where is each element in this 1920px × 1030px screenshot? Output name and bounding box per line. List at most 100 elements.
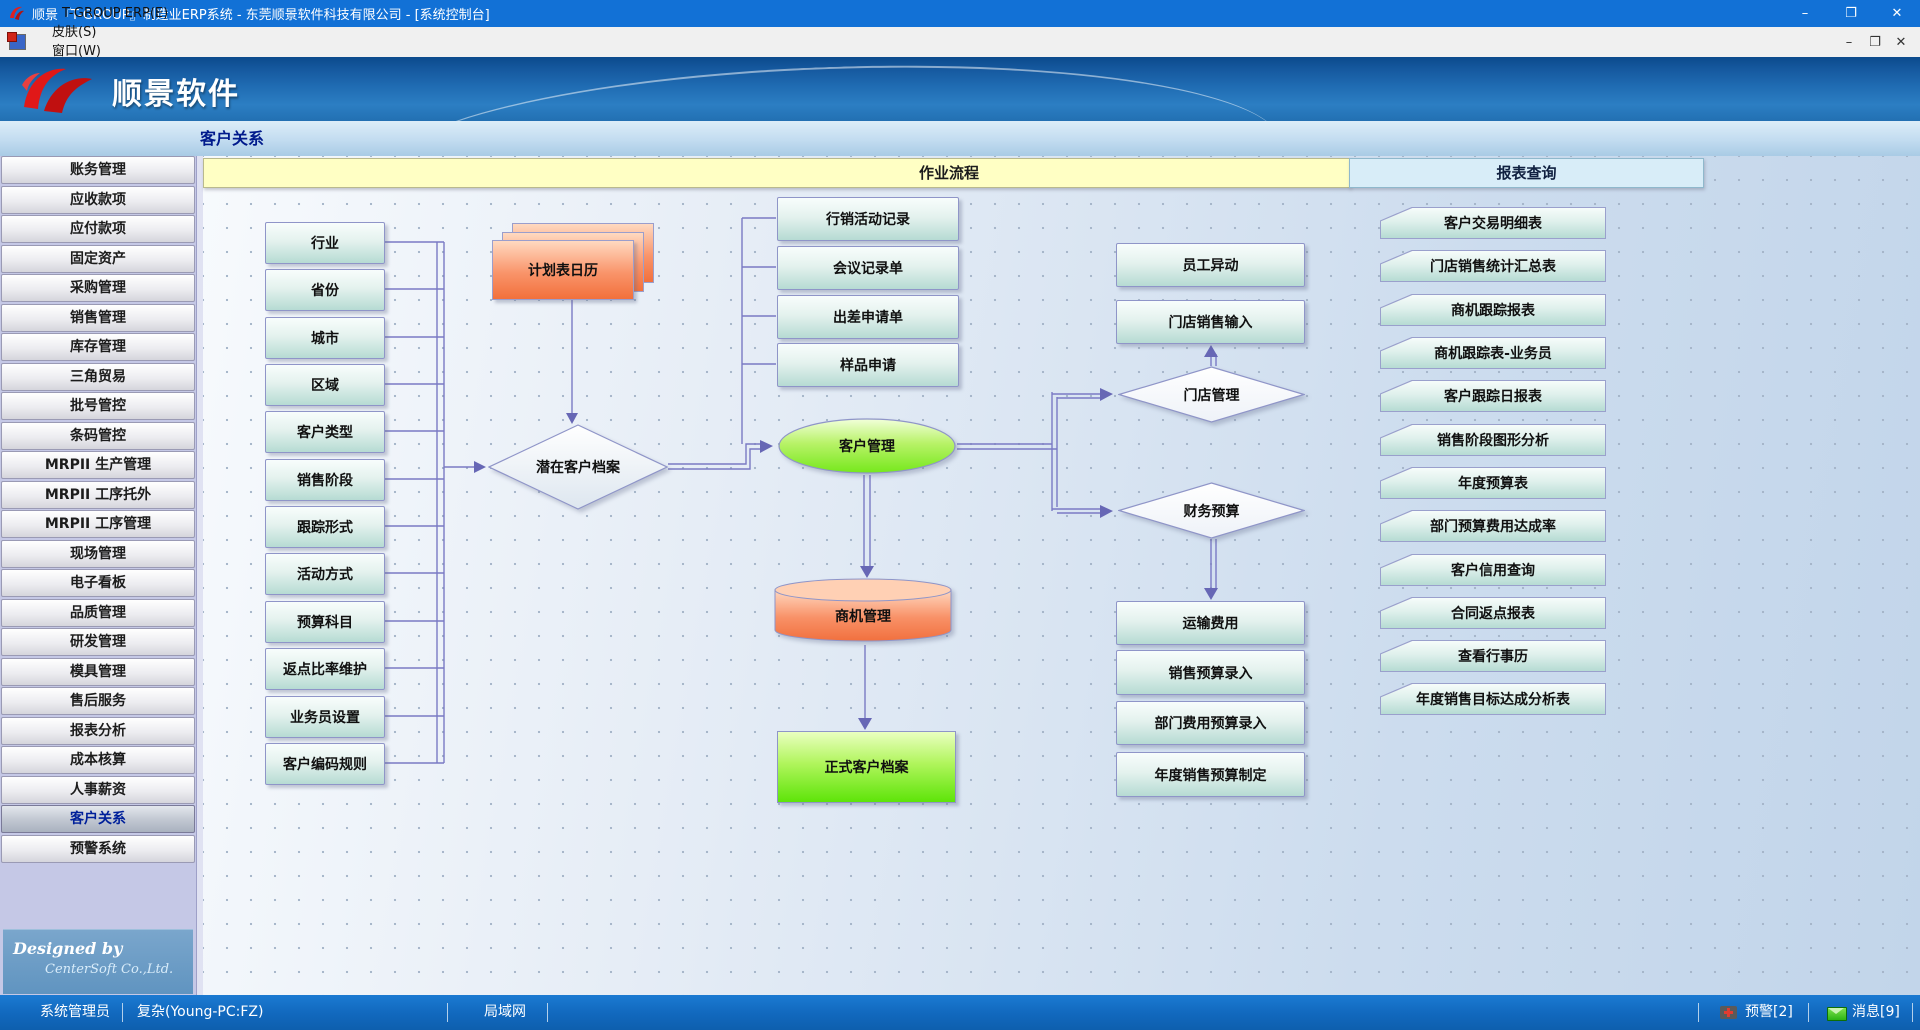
status-separator: [1912, 1003, 1913, 1022]
flow-node-marketing-record[interactable]: 行销活动记录: [777, 197, 959, 241]
flow-node-label: 门店管理: [1184, 385, 1240, 405]
flow-node-annual-sales-budget[interactable]: 年度销售预算制定: [1116, 752, 1305, 797]
flow-node-label: 省份: [311, 280, 339, 300]
flow-node-province[interactable]: 省份: [265, 269, 385, 311]
flow-node-budget-subject[interactable]: 预算科目: [265, 601, 385, 643]
report-button-客户交易明细表[interactable]: 客户交易明细表: [1380, 207, 1606, 239]
flow-node-employee-change[interactable]: 员工异动: [1116, 243, 1305, 287]
flow-node-customer-mgmt[interactable]: 客户管理: [777, 417, 957, 475]
flow-node-potential-customer[interactable]: 潜在客户档案: [488, 424, 668, 510]
sidebar-item-应收款项[interactable]: 应收款项: [1, 186, 195, 214]
sidebar-item-现场管理[interactable]: 现场管理: [1, 540, 195, 568]
status-alerts[interactable]: 预警[2]: [1745, 995, 1793, 1030]
flow-node-store-sales-input[interactable]: 门店销售输入: [1116, 300, 1305, 344]
alert-icon: [1720, 1006, 1737, 1019]
menu-bar: T-GROUP ERP(E)皮肤(S)窗口(W)帮助(H) – ❐ ✕: [0, 27, 1920, 58]
flow-node-label: 客户管理: [839, 436, 895, 456]
sidebar-item-研发管理[interactable]: 研发管理: [1, 628, 195, 656]
report-button-年度销售目标达成分析表[interactable]: 年度销售目标达成分析表: [1380, 683, 1606, 715]
status-separator: [1808, 1003, 1809, 1022]
report-button-合同返点报表[interactable]: 合同返点报表: [1380, 597, 1606, 629]
sidebar-item-预警系统[interactable]: 预警系统: [1, 835, 195, 863]
sidebar-item-库存管理[interactable]: 库存管理: [1, 333, 195, 361]
flow-node-customer-type[interactable]: 客户类型: [265, 411, 385, 453]
report-button-label: 商机跟踪表-业务员: [1381, 338, 1605, 368]
section-header-reports: 报表查询: [1349, 158, 1704, 188]
sidebar-item-报表分析[interactable]: 报表分析: [1, 717, 195, 745]
menu-item[interactable]: T-GROUP ERP(E): [48, 6, 182, 21]
report-button-客户信用查询[interactable]: 客户信用查询: [1380, 554, 1606, 586]
flow-node-dept-budget-entry[interactable]: 部门费用预算录入: [1116, 701, 1305, 745]
flow-node-sales-stage[interactable]: 销售阶段: [265, 459, 385, 501]
sidebar-item-模具管理[interactable]: 模具管理: [1, 658, 195, 686]
mdi-restore-icon[interactable]: ❐: [1862, 35, 1888, 50]
sidebar-item-采购管理[interactable]: 采购管理: [1, 274, 195, 302]
flow-node-tracking-form[interactable]: 跟踪形式: [265, 506, 385, 548]
sidebar-item-成本核算[interactable]: 成本核算: [1, 746, 195, 774]
flow-node-city[interactable]: 城市: [265, 317, 385, 359]
sidebar-item-客户关系[interactable]: 客户关系: [1, 805, 195, 833]
status-messages[interactable]: 消息[9]: [1852, 995, 1900, 1030]
sidebar-item-MRPII 生产管理[interactable]: MRPII 生产管理: [1, 451, 195, 479]
sidebar-item-三角贸易[interactable]: 三角贸易: [1, 363, 195, 391]
flow-node-label: 部门费用预算录入: [1155, 713, 1267, 733]
report-button-门店销售统计汇总表[interactable]: 门店销售统计汇总表: [1380, 250, 1606, 282]
flow-node-store-mgmt[interactable]: 门店管理: [1118, 366, 1305, 423]
flow-node-sample-request[interactable]: 样品申请: [777, 343, 959, 387]
flow-node-sales-budget-entry[interactable]: 销售预算录入: [1116, 650, 1305, 695]
flow-node-label: 计划表日历: [528, 260, 598, 280]
designed-by-text: Designed by: [13, 939, 193, 958]
close-icon[interactable]: ✕: [1874, 0, 1920, 27]
menu-item[interactable]: 皮肤(S): [38, 21, 182, 40]
report-button-年度预算表[interactable]: 年度预算表: [1380, 467, 1606, 499]
flow-node-formal-customer[interactable]: 正式客户档案: [777, 731, 956, 803]
module-sidebar: 账务管理应收款项应付款项固定资产采购管理销售管理库存管理三角贸易批号管控条码管控…: [0, 156, 196, 995]
flow-node-region[interactable]: 区域: [265, 364, 385, 406]
sidebar-item-应付款项[interactable]: 应付款项: [1, 215, 195, 243]
report-button-商机跟踪报表[interactable]: 商机跟踪报表: [1380, 294, 1606, 326]
flow-node-industry[interactable]: 行业: [265, 222, 385, 264]
report-button-label: 客户交易明细表: [1381, 208, 1605, 238]
mdi-close-icon[interactable]: ✕: [1888, 35, 1914, 50]
status-separator: [1698, 1003, 1699, 1022]
report-button-销售阶段图形分析[interactable]: 销售阶段图形分析: [1380, 424, 1606, 456]
flow-node-salesman-setup[interactable]: 业务员设置: [265, 696, 385, 738]
window-title: 顺景『T-GROUP』制造业ERP系统 - 东莞顺景软件科技有限公司 - [系统…: [32, 4, 1782, 23]
mdi-minimize-icon[interactable]: –: [1836, 35, 1862, 50]
sidebar-item-人事薪资[interactable]: 人事薪资: [1, 776, 195, 804]
restore-icon[interactable]: ❐: [1828, 0, 1874, 27]
report-button-查看行事历[interactable]: 查看行事历: [1380, 640, 1606, 672]
sidebar-item-售后服务[interactable]: 售后服务: [1, 687, 195, 715]
report-button-label: 门店销售统计汇总表: [1381, 251, 1605, 281]
flow-node-transport-cost[interactable]: 运输费用: [1116, 601, 1305, 645]
sidebar-item-固定资产[interactable]: 固定资产: [1, 245, 195, 273]
flow-canvas: [203, 156, 1920, 995]
report-button-客户跟踪日报表[interactable]: 客户跟踪日报表: [1380, 380, 1606, 412]
sidebar-item-销售管理[interactable]: 销售管理: [1, 304, 195, 332]
flow-node-activity-mode[interactable]: 活动方式: [265, 553, 385, 595]
flow-node-meeting-record[interactable]: 会议记录单: [777, 246, 959, 290]
flow-node-rebate-rate[interactable]: 返点比率维护: [265, 648, 385, 690]
report-button-商机跟踪表-业务员[interactable]: 商机跟踪表-业务员: [1380, 337, 1606, 369]
title-bar: 顺景『T-GROUP』制造业ERP系统 - 东莞顺景软件科技有限公司 - [系统…: [0, 0, 1920, 27]
status-separator: [122, 1003, 123, 1022]
sidebar-item-账务管理[interactable]: 账务管理: [1, 156, 195, 184]
decor-curve: [379, 57, 1282, 121]
flow-node-travel-request[interactable]: 出差申请单: [777, 295, 959, 339]
sunjoy-logo-icon: [18, 65, 106, 119]
flow-node-opportunity-mgmt[interactable]: 商机管理: [773, 577, 953, 644]
flow-node-customer-code-rule[interactable]: 客户编码规则: [265, 743, 385, 785]
sidebar-item-电子看板[interactable]: 电子看板: [1, 569, 195, 597]
section-workflow-label: 作业流程: [919, 159, 979, 187]
flow-node-finance-budget[interactable]: 财务预算: [1118, 482, 1305, 539]
sidebar-item-MRPII 工序托外[interactable]: MRPII 工序托外: [1, 481, 195, 509]
section-reports-label: 报表查询: [1496, 164, 1556, 182]
report-button-部门预算费用达成率[interactable]: 部门预算费用达成率: [1380, 510, 1606, 542]
minimize-icon[interactable]: –: [1782, 0, 1828, 27]
sidebar-item-MRPII 工序管理[interactable]: MRPII 工序管理: [1, 510, 195, 538]
flow-node-plan-calendar[interactable]: 计划表日历: [492, 240, 634, 300]
header-band: 顺景软件 我的主页全部模块系统管理我的单据 欢迎您，系统管理员 | 11月21日…: [0, 57, 1920, 121]
sidebar-item-条码管控[interactable]: 条码管控: [1, 422, 195, 450]
sidebar-item-批号管控[interactable]: 批号管控: [1, 392, 195, 420]
sidebar-item-品质管理[interactable]: 品质管理: [1, 599, 195, 627]
